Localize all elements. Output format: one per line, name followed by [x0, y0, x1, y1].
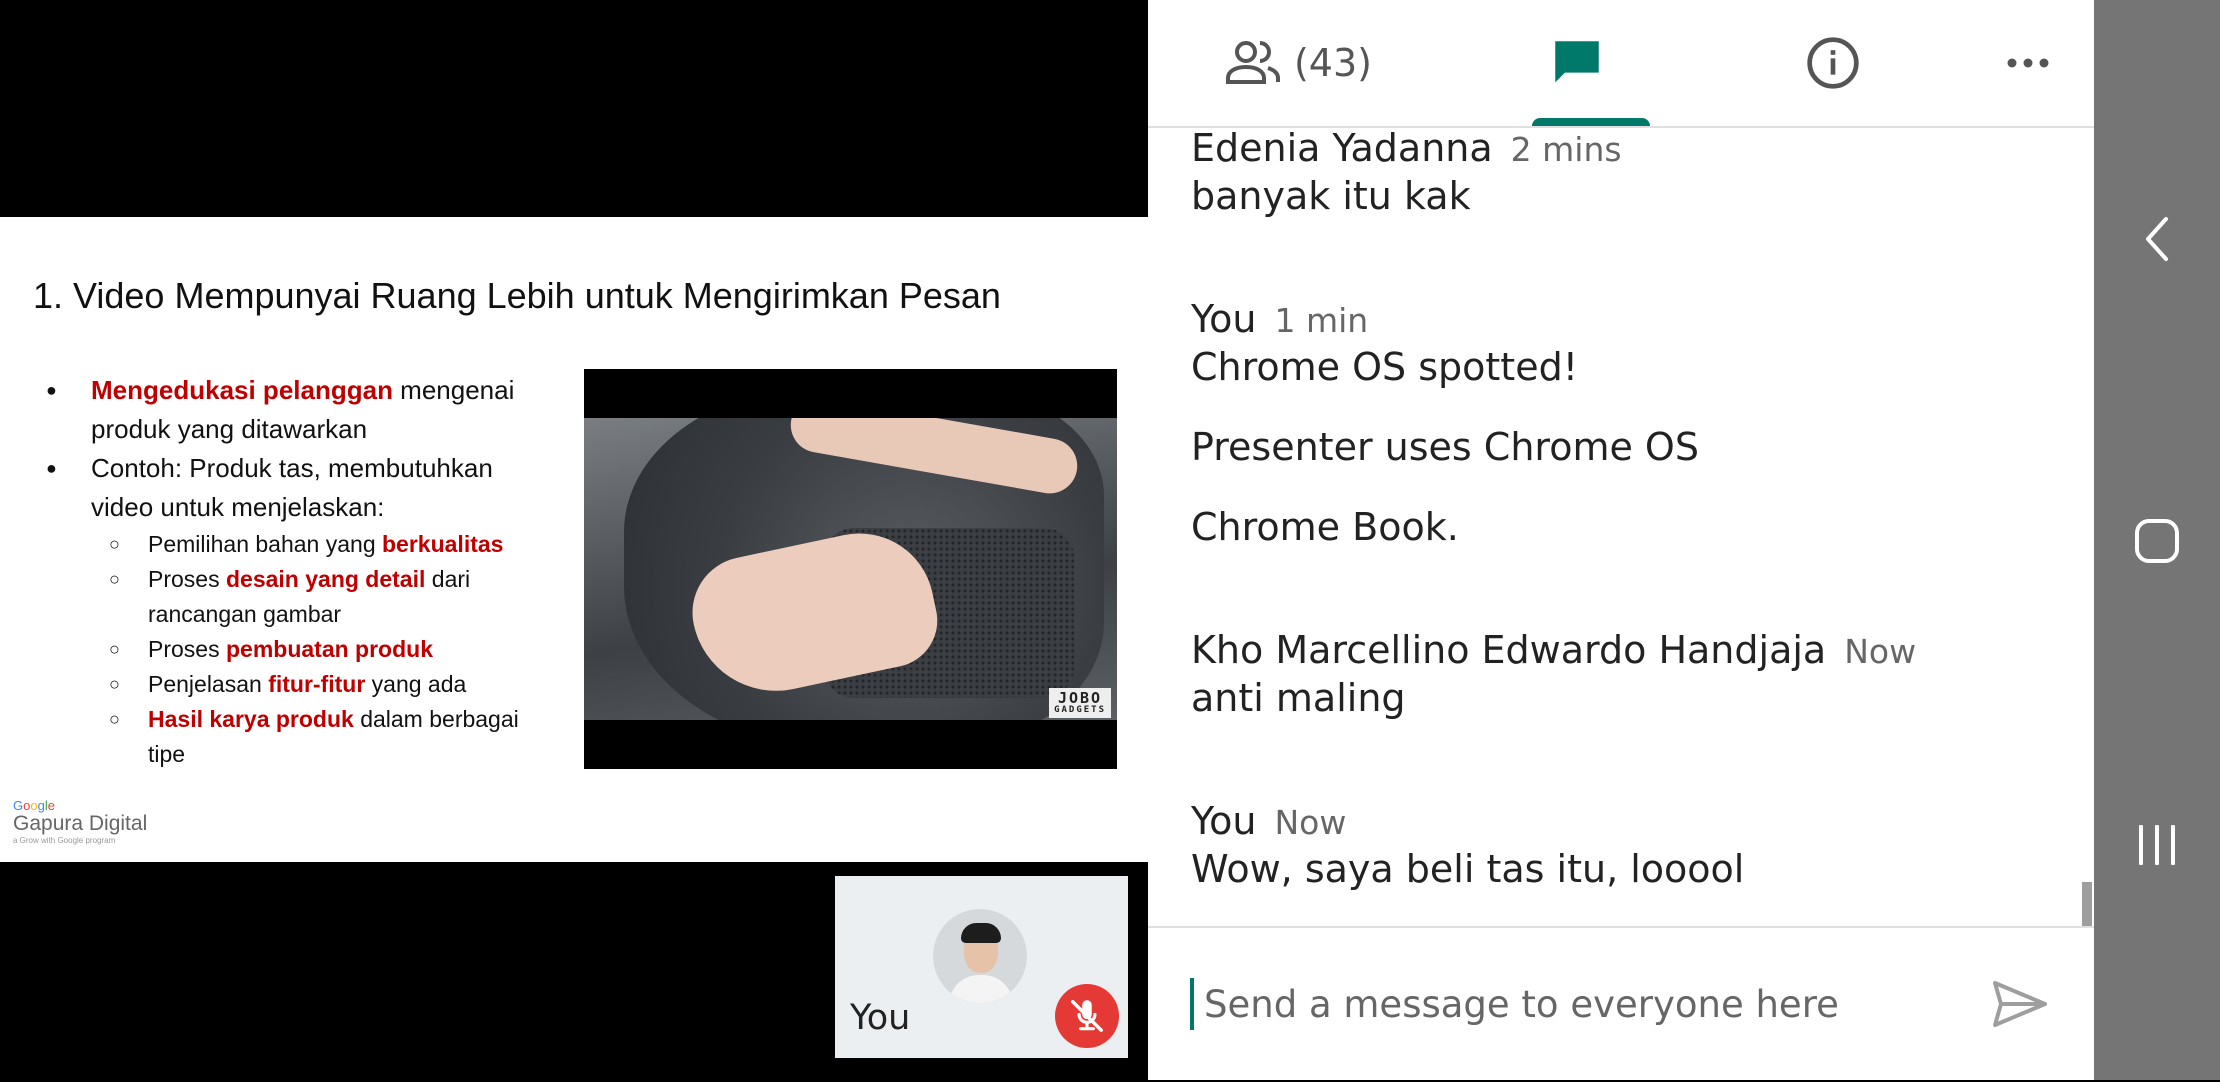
- message-text: Chrome Book.: [1191, 505, 1459, 549]
- avatar: [933, 909, 1027, 1003]
- message-header: Edenia Yadanna 2 mins: [1191, 126, 1622, 170]
- message-input[interactable]: [1190, 978, 1964, 1030]
- slide-embedded-video: JOBO GADGETS: [584, 369, 1117, 769]
- panel-tabs: (43): [1148, 0, 2094, 128]
- sub-bullet-highlight: pembuatan produk: [225, 636, 433, 662]
- message-text: Presenter uses Chrome OS: [1191, 425, 1699, 469]
- message-text: Chrome OS spotted!: [1191, 345, 1578, 389]
- slide-title: 1. Video Mempunyai Ruang Lebih untuk Men…: [33, 275, 1001, 316]
- bullet-edukasi: Mengedukasi pelanggan mengenai produk ya…: [38, 371, 558, 449]
- logo-letter: e: [47, 798, 55, 813]
- more-icon: [2007, 58, 2049, 68]
- back-button[interactable]: [2127, 209, 2187, 269]
- message-time: 1 min: [1274, 301, 1369, 340]
- sub-bullet-pembuatan: Proses pembuatan produk: [91, 632, 558, 667]
- sub-bullet-text: yang ada: [365, 671, 467, 697]
- logo-letter: g: [37, 798, 45, 813]
- sub-bullet-highlight: fitur-fitur: [268, 671, 366, 697]
- chat-scrollbar[interactable]: [2082, 882, 2092, 926]
- sub-bullet-highlight: berkualitas: [382, 531, 504, 557]
- sub-bullet-highlight: desain yang detail: [225, 566, 426, 592]
- sub-bullet-highlight: Hasil karya produk: [148, 706, 354, 732]
- bullet-highlight: Mengedukasi pelanggan: [91, 375, 393, 405]
- send-icon: [1993, 981, 2047, 1027]
- tab-chat[interactable]: [1500, 0, 1654, 126]
- info-icon: [1807, 37, 1859, 89]
- recents-button[interactable]: [2127, 815, 2187, 875]
- message-text: Wow, saya beli tas itu, looool: [1191, 847, 1745, 891]
- presentation-video-area[interactable]: 1. Video Mempunyai Ruang Lebih untuk Men…: [0, 0, 1148, 1080]
- sender-name: You: [1191, 297, 1257, 341]
- logo-name: Gapura Digital: [13, 812, 148, 835]
- message-time: Now: [1274, 803, 1347, 842]
- video-watermark: JOBO GADGETS: [1049, 688, 1111, 718]
- back-icon: [2146, 217, 2168, 261]
- sub-bullets: Pemilihan bahan yang berkualitas Proses …: [91, 527, 558, 772]
- sub-bullet-text: Proses: [148, 566, 226, 592]
- self-name-label: You: [850, 998, 911, 1038]
- bullet-text: Contoh: Produk tas, membutuhkan video un…: [91, 453, 493, 522]
- sender-name: Kho Marcellino Edwardo Handjaja: [1191, 628, 1827, 672]
- avatar-hair: [961, 923, 1001, 943]
- watermark-subtext: GADGETS: [1054, 705, 1106, 715]
- sub-bullet-text: Penjelasan: [148, 671, 269, 697]
- self-video-tile[interactable]: You: [835, 876, 1128, 1058]
- tab-people[interactable]: (43): [1218, 0, 1378, 126]
- recents-icon: [2139, 825, 2175, 865]
- sub-bullet-hasil: Hasil karya produk dalam berbagai tipe: [91, 702, 558, 772]
- slide-bullets: Mengedukasi pelanggan mengenai produk ya…: [38, 371, 558, 772]
- logo-letter: o: [30, 798, 38, 813]
- message-text: banyak itu kak: [1191, 174, 1471, 218]
- sub-bullet-bahan: Pemilihan bahan yang berkualitas: [91, 527, 558, 562]
- more-options-button[interactable]: [1988, 0, 2068, 126]
- people-count: (43): [1293, 41, 1372, 85]
- bag-video-frame: JOBO GADGETS: [584, 418, 1117, 720]
- home-button[interactable]: [2127, 511, 2187, 571]
- sender-name: You: [1191, 799, 1257, 843]
- system-nav-bar: [2094, 0, 2220, 1080]
- active-tab-indicator: [1532, 118, 1650, 126]
- sub-bullet-fitur: Penjelasan fitur-fitur yang ada: [91, 667, 558, 702]
- tab-info[interactable]: [1788, 0, 1878, 126]
- message-time: 2 mins: [1510, 130, 1622, 169]
- message-composer: [1148, 926, 2094, 1082]
- logo-tagline: a Grow with Google program: [13, 836, 116, 845]
- sub-bullet-desain: Proses desain yang detail dari rancangan…: [91, 562, 558, 632]
- bullet-contoh: Contoh: Produk tas, membutuhkan video un…: [38, 449, 558, 772]
- avatar-shirt: [949, 975, 1013, 1003]
- presentation-slide: 1. Video Mempunyai Ruang Lebih untuk Men…: [0, 217, 1148, 862]
- sub-bullet-text: Pemilihan bahan yang: [148, 531, 382, 557]
- people-icon: [1225, 41, 1280, 84]
- sender-name: Edenia Yadanna: [1191, 126, 1493, 170]
- message-header: You 1 min: [1191, 297, 1368, 341]
- message-header: Kho Marcellino Edwardo Handjaja Now: [1191, 628, 1916, 672]
- send-button[interactable]: [1989, 976, 2051, 1032]
- side-panel: (43) Edenia Yadanna 2 mins banyak itu kak…: [1148, 0, 2094, 1080]
- home-icon: [2135, 519, 2179, 563]
- chat-icon: [1555, 41, 1599, 83]
- google-wordmark: Google: [13, 799, 147, 812]
- message-time: Now: [1844, 632, 1917, 671]
- message-header: You Now: [1191, 799, 1346, 843]
- sub-bullet-text: Proses: [148, 636, 226, 662]
- mic-off-icon: [1071, 1000, 1103, 1032]
- gapura-digital-logo: Google Gapura Digital a Grow with Google…: [13, 799, 147, 845]
- mic-off-button[interactable]: [1055, 984, 1119, 1048]
- chat-messages[interactable]: Edenia Yadanna 2 mins banyak itu kak You 1…: [1191, 126, 2071, 926]
- message-text: anti maling: [1191, 676, 1406, 720]
- logo-letter: G: [13, 798, 24, 813]
